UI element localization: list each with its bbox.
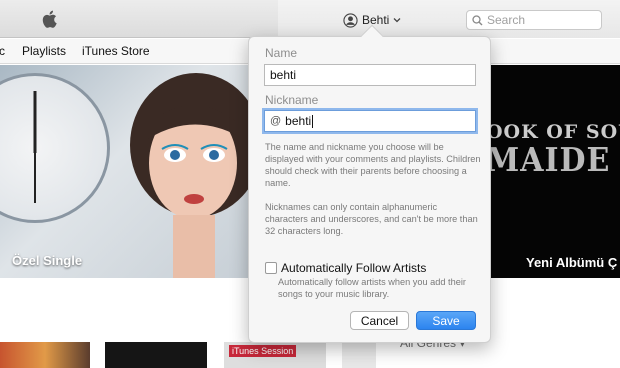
album-thumbnail[interactable] — [0, 342, 90, 368]
nickname-label: Nickname — [265, 93, 319, 107]
account-popover: Name behti Nickname @ behti The name and… — [248, 24, 491, 343]
account-name: Behti — [362, 13, 390, 27]
album-art-logo: MAIDE — [490, 141, 611, 180]
album-thumbnail[interactable]: iTunes Session — [224, 342, 326, 368]
follow-artists-row[interactable]: Automatically Follow Artists — [265, 261, 426, 275]
user-circle-icon — [343, 12, 358, 28]
name-label: Name — [265, 46, 298, 60]
chevron-down-icon — [393, 18, 401, 23]
hero-right-caption: Yeni Albümü Ç — [526, 255, 618, 270]
at-sign-icon: @ — [270, 115, 282, 127]
apple-logo-icon — [42, 10, 57, 28]
artist-portrait-artwork — [130, 73, 248, 278]
name-field-value: behti — [270, 68, 297, 82]
hero-banner-right[interactable]: OOK OF SOU MAIDE Yeni Albümü Ç — [490, 65, 620, 278]
hero-banner-left[interactable]: Özel Single — [0, 65, 248, 278]
clock-hands-artwork — [33, 91, 37, 203]
album-thumbnail[interactable] — [342, 342, 376, 368]
text-cursor — [312, 114, 314, 128]
nickname-field[interactable]: @ behti — [264, 110, 476, 132]
cancel-button[interactable]: Cancel — [350, 311, 409, 330]
search-input[interactable] — [487, 13, 587, 27]
nickname-field-value: behti — [285, 114, 312, 128]
hero-left-caption: Özel Single — [12, 253, 83, 268]
search-box[interactable] — [466, 10, 602, 30]
toolbar: Behti — [0, 0, 620, 38]
session-badge: iTunes Session — [229, 345, 297, 357]
nickname-rules-text: Nicknames can only contain alphanumeric … — [265, 202, 478, 236]
tab-itunes-store[interactable]: iTunes Store — [82, 44, 150, 58]
name-field[interactable]: behti — [264, 64, 476, 86]
save-button[interactable]: Save — [416, 311, 476, 330]
tab-playlists[interactable]: Playlists — [22, 44, 66, 58]
follow-artists-help: Automatically follow artists when you ad… — [278, 277, 466, 299]
album-thumbnail[interactable] — [105, 342, 207, 368]
follow-artists-label[interactable]: Automatically Follow Artists — [281, 261, 426, 275]
name-help-text: The name and nickname you choose will be… — [265, 142, 481, 188]
follow-artists-checkbox[interactable] — [265, 262, 277, 274]
magnifier-icon — [472, 14, 483, 25]
album-art-text: OOK OF SOU — [490, 121, 620, 143]
tab-partial[interactable]: c — [0, 44, 5, 58]
